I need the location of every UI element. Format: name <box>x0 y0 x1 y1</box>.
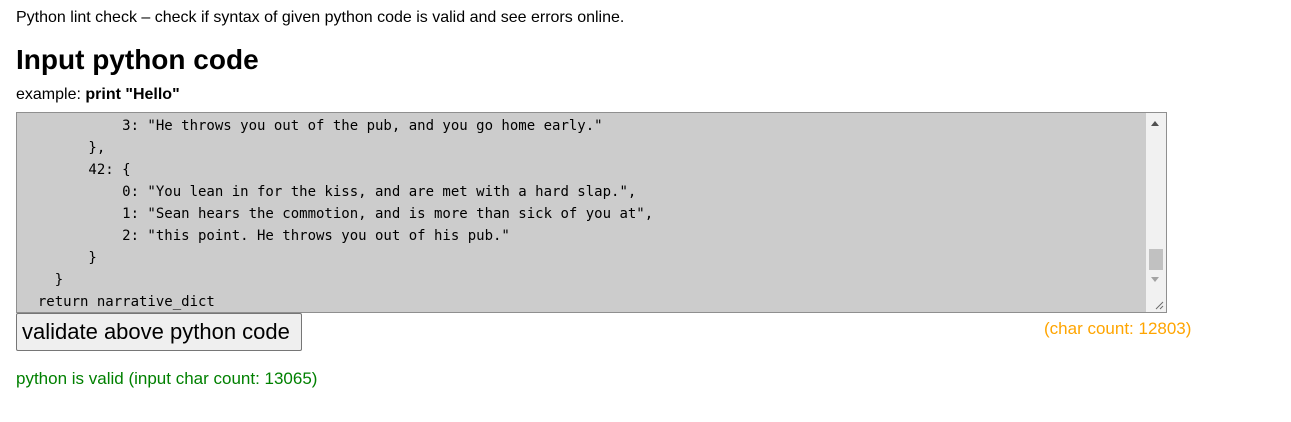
intro-text: Python lint check – check if syntax of g… <box>16 9 625 26</box>
page: Python lint check – check if syntax of g… <box>0 0 1291 422</box>
code-line: 1: "Sean hears the commotion, and is mor… <box>21 206 654 222</box>
code-line: } <box>21 250 97 266</box>
code-line: 2: "this point. He throws you out of his… <box>21 228 510 244</box>
validate-button[interactable]: validate above python code <box>16 313 302 351</box>
code-line: } <box>21 272 64 288</box>
code-line: 42: { <box>21 162 131 178</box>
scrollbar-thumb[interactable] <box>1149 249 1163 270</box>
code-line: }, <box>21 140 106 156</box>
char-count-label: (char count: 12803) <box>1044 319 1192 338</box>
scroll-up-arrow-icon[interactable] <box>1151 121 1159 126</box>
code-line: return narrative_dict <box>21 294 215 310</box>
example-code: print "Hello" <box>85 86 180 103</box>
validation-status: python is valid (input char count: 13065… <box>16 369 318 388</box>
scroll-down-arrow-icon[interactable] <box>1151 277 1159 282</box>
python-code-textarea[interactable]: 3: "He throws you out of the pub, and yo… <box>16 112 1167 313</box>
example-label: example: <box>16 86 86 103</box>
page-title: Input python code <box>16 44 259 75</box>
code-line: 3: "He throws you out of the pub, and yo… <box>21 118 603 134</box>
example-line: example: print "Hello" <box>16 84 180 106</box>
vertical-scrollbar[interactable] <box>1146 113 1166 312</box>
code-line: 0: "You lean in for the kiss, and are me… <box>21 184 637 200</box>
resize-grip-icon[interactable] <box>1154 300 1164 310</box>
code-content: 3: "He throws you out of the pub, and yo… <box>17 115 654 312</box>
